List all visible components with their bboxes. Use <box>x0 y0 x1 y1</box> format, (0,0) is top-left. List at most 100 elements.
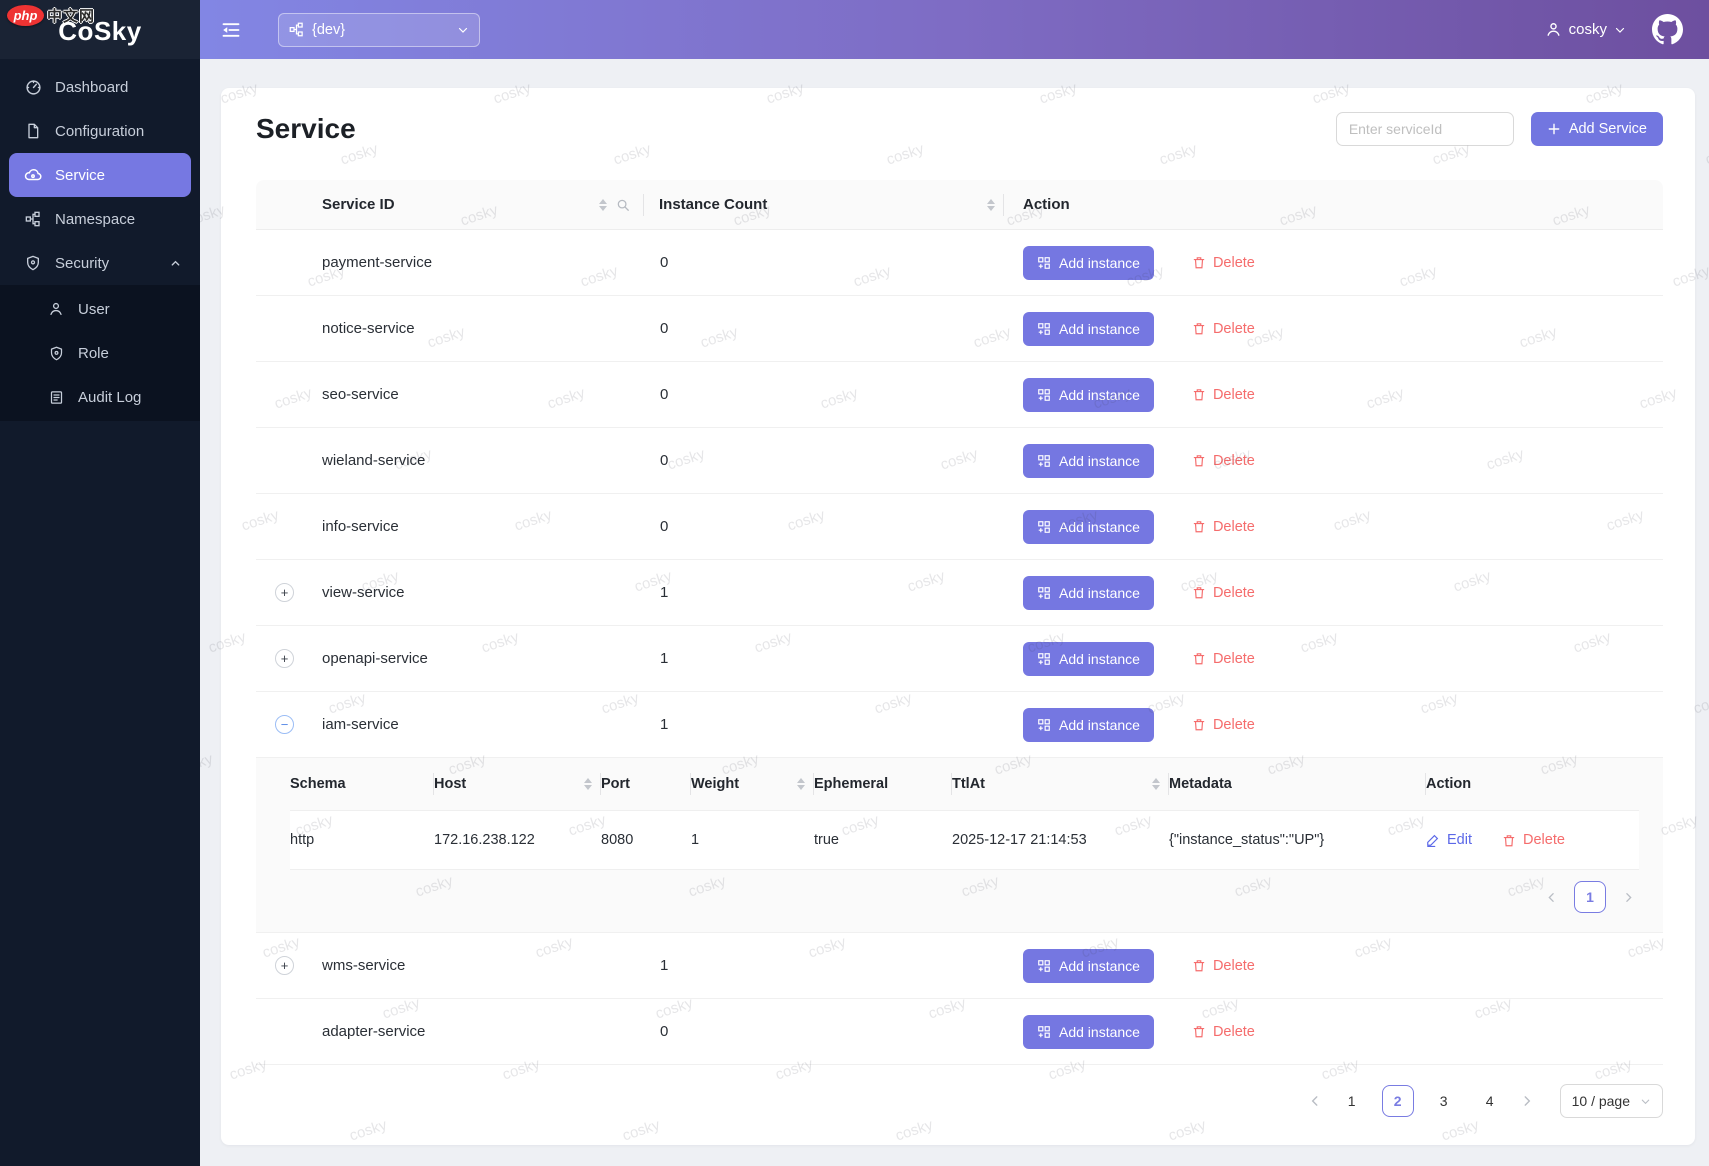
namespace-select[interactable]: {dev} <box>278 12 480 47</box>
instance-panel: Schema Host Port Weight Ephemeral TtlAt … <box>256 758 1663 933</box>
chevron-down-icon <box>1614 24 1626 36</box>
delete-service-button[interactable]: Delete <box>1192 453 1255 469</box>
instance-count: 0 <box>660 254 669 271</box>
sort-icon[interactable] <box>599 198 607 211</box>
add-instance-button[interactable]: Add instance <box>1023 575 1154 610</box>
trash-icon <box>1192 387 1206 402</box>
delete-service-button[interactable]: Delete <box>1192 255 1255 271</box>
github-icon[interactable] <box>1652 14 1683 45</box>
trash-icon <box>1192 651 1206 666</box>
service-id: seo-service <box>322 386 399 403</box>
sidebar-item-security[interactable]: Security <box>9 241 191 285</box>
sidebar-item-namespace[interactable]: Namespace <box>9 197 191 241</box>
user-menu[interactable]: cosky <box>1545 21 1626 38</box>
add-instance-button[interactable]: Add instance <box>1023 1014 1154 1049</box>
service-table-row: + wms-service 1 Add instance Delete <box>256 933 1663 999</box>
next-page-icon[interactable] <box>1622 891 1635 904</box>
add-instance-button[interactable]: Add instance <box>1023 443 1154 478</box>
column-service-id[interactable]: Service ID <box>256 180 644 229</box>
edit-pen-icon <box>1426 833 1440 847</box>
add-service-button[interactable]: Add Service <box>1530 112 1663 146</box>
menu-fold-icon[interactable] <box>214 13 248 47</box>
add-instance-button[interactable]: Add instance <box>1023 377 1154 412</box>
sidebar-item-user[interactable]: User <box>0 287 200 331</box>
delete-service-button[interactable]: Delete <box>1192 958 1255 974</box>
column-weight[interactable]: Weight <box>691 769 814 799</box>
expand-toggle[interactable]: − <box>275 715 294 734</box>
appstore-add-icon <box>1037 959 1051 973</box>
sort-icon[interactable] <box>1152 778 1160 790</box>
shield-icon <box>24 255 42 271</box>
service-table-row: + wieland-service 0 Add instance Delete <box>256 428 1663 494</box>
delete-service-button[interactable]: Delete <box>1192 519 1255 535</box>
sort-icon[interactable] <box>584 778 592 790</box>
add-instance-button[interactable]: Add instance <box>1023 707 1154 742</box>
service-table-row: + adapter-service 0 Add instance Delete <box>256 999 1663 1065</box>
delete-service-button[interactable]: Delete <box>1192 585 1255 601</box>
expand-toggle[interactable]: + <box>275 649 294 668</box>
delete-service-button[interactable]: Delete <box>1192 651 1255 667</box>
instance-count: 0 <box>660 1023 669 1040</box>
service-id: adapter-service <box>322 1023 426 1040</box>
delete-service-button[interactable]: Delete <box>1192 387 1255 403</box>
topbar: {dev} cosky <box>200 0 1709 59</box>
add-instance-button[interactable]: Add instance <box>1023 245 1154 280</box>
page-button-2-active[interactable]: 2 <box>1381 1085 1414 1117</box>
sidebar-item-configuration[interactable]: Configuration <box>9 109 191 153</box>
page-size-select[interactable]: 10 / page <box>1559 1084 1663 1118</box>
trash-icon <box>1192 321 1206 336</box>
edit-instance-button[interactable]: Edit <box>1426 832 1472 848</box>
chevron-down-icon <box>457 24 469 36</box>
search-icon[interactable] <box>616 198 630 212</box>
instance-table-header: Schema Host Port Weight Ephemeral TtlAt … <box>290 758 1639 810</box>
sidebar-item-dashboard[interactable]: Dashboard <box>9 65 191 109</box>
page-button-1[interactable]: 1 <box>1336 1085 1368 1117</box>
instance-host: 172.16.238.122 <box>434 832 535 848</box>
expand-toggle[interactable]: + <box>275 583 294 602</box>
prev-page-icon[interactable] <box>1308 1094 1322 1108</box>
dashboard-icon <box>24 79 42 96</box>
service-id: notice-service <box>322 320 415 337</box>
sidebar-item-role[interactable]: Role <box>0 331 200 375</box>
sort-icon[interactable] <box>797 778 805 790</box>
service-card: Service Add Service Service ID <box>221 88 1695 1145</box>
appstore-add-icon <box>1037 388 1051 402</box>
add-instance-button[interactable]: Add instance <box>1023 948 1154 983</box>
prev-page-icon[interactable] <box>1545 891 1558 904</box>
instance-row: http 172.16.238.122 8080 1 true 2025-12-… <box>290 810 1639 870</box>
namespace-select-value: {dev} <box>312 21 346 38</box>
user-icon <box>1545 21 1562 38</box>
sidebar-item-service[interactable]: Service <box>9 153 191 197</box>
appstore-add-icon <box>1037 256 1051 270</box>
delete-service-button[interactable]: Delete <box>1192 717 1255 733</box>
column-ttlat[interactable]: TtlAt <box>952 769 1169 799</box>
delete-instance-button[interactable]: Delete <box>1502 832 1565 848</box>
page-button-4[interactable]: 4 <box>1474 1085 1506 1117</box>
service-id: iam-service <box>322 716 399 733</box>
add-instance-button[interactable]: Add instance <box>1023 641 1154 676</box>
instance-page-button-1-active[interactable]: 1 <box>1574 881 1606 913</box>
appstore-add-icon <box>1037 652 1051 666</box>
add-instance-button[interactable]: Add instance <box>1023 311 1154 346</box>
service-search-input[interactable] <box>1335 112 1514 146</box>
service-table-row: + view-service 1 Add instance Delete <box>256 560 1663 626</box>
instance-count: 0 <box>660 452 669 469</box>
delete-service-button[interactable]: Delete <box>1192 321 1255 337</box>
add-instance-button[interactable]: Add instance <box>1023 509 1154 544</box>
column-ephemeral: Ephemeral <box>814 769 952 799</box>
column-action: Action <box>1023 196 1070 213</box>
delete-service-button[interactable]: Delete <box>1192 1024 1255 1040</box>
page-button-3[interactable]: 3 <box>1428 1085 1460 1117</box>
audit-log-icon <box>47 390 65 405</box>
php-logo-badge: php <box>7 5 44 26</box>
sort-icon[interactable] <box>987 198 995 211</box>
column-host[interactable]: Host <box>434 769 601 799</box>
column-instance-count[interactable]: Instance Count <box>644 180 1004 229</box>
next-page-icon[interactable] <box>1520 1094 1534 1108</box>
appstore-add-icon <box>1037 1025 1051 1039</box>
trash-icon <box>1192 453 1206 468</box>
expand-toggle[interactable]: + <box>275 956 294 975</box>
service-table-row: + openapi-service 1 Add instance Delete <box>256 626 1663 692</box>
sidebar-item-audit-log[interactable]: Audit Log <box>0 375 200 419</box>
trash-icon <box>1192 717 1206 732</box>
